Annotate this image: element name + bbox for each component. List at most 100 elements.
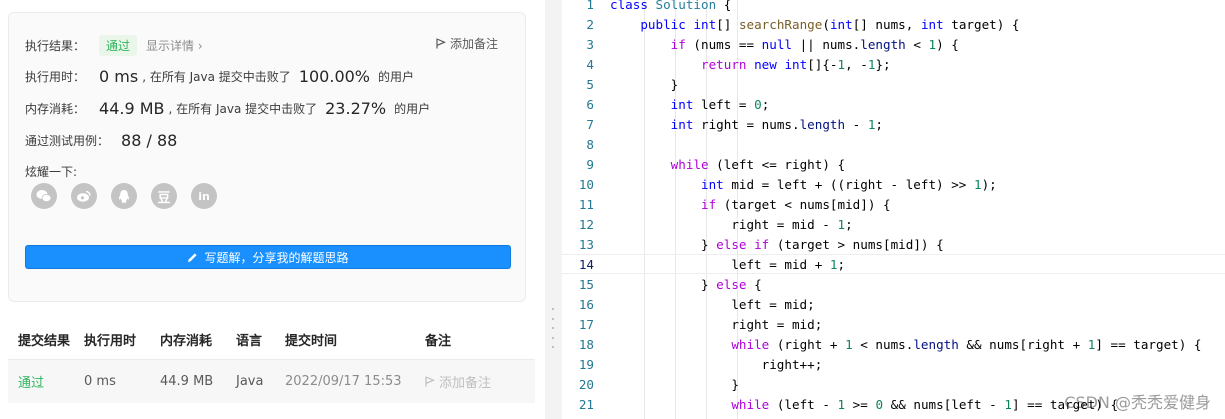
pane-splitter[interactable] [545, 0, 562, 419]
header-language: 语言 [236, 334, 263, 349]
code-line[interactable]: 20 } [562, 374, 1225, 394]
result-card: 执行结果： 通过 显示详情 › 添加备注 执行用时： 0 ms , 在所有 Ja… [8, 12, 526, 302]
code-line[interactable]: 2 public int[] searchRange(int[] nums, i… [562, 14, 1225, 34]
tests-value: 88 / 88 [121, 131, 178, 150]
line-number: 7 [586, 116, 594, 132]
table-header: 提交结果 执行用时 内存消耗 语言 提交时间 备注 [8, 320, 535, 360]
code-line[interactable]: 12 right = mid - 1; [562, 214, 1225, 234]
code-editor[interactable]: CSDN @秃秃爱健身 1 class Solution {2 public in… [562, 0, 1225, 419]
flag-icon [436, 38, 446, 49]
line-number: 9 [586, 156, 594, 172]
share-label-row: 炫耀一下: [25, 163, 77, 180]
code-text[interactable]: left = mid + 1; [610, 257, 845, 272]
code-text[interactable]: int left = 0; [610, 97, 770, 112]
add-note-label: 添加备注 [450, 37, 499, 51]
runtime-row: 执行用时： 0 ms , 在所有 Java 提交中击败了 100.00% 的用户 [25, 67, 414, 86]
runtime-percentile: 100.00% [298, 67, 370, 86]
row-memory: 44.9 MB [160, 374, 214, 389]
code-line[interactable]: 15 } else { [562, 274, 1225, 294]
header-result: 提交结果 [18, 334, 71, 349]
line-number: 11 [578, 196, 594, 212]
code-line[interactable]: 14 left = mid + 1; [562, 254, 1225, 274]
status-badge: 通过 [99, 35, 138, 56]
code-text[interactable]: while (left - 1 >= 0 && nums[left - 1] =… [610, 397, 1118, 412]
wechat-icon[interactable] [31, 183, 57, 209]
code-line[interactable]: 16 left = mid; [562, 294, 1225, 314]
row-runtime: 0 ms [84, 374, 116, 389]
row-add-note-label: 添加备注 [439, 376, 492, 391]
line-number: 16 [578, 296, 594, 312]
qq-icon[interactable] [111, 183, 137, 209]
code-line[interactable]: 4 return new int[]{-1, -1}; [562, 54, 1225, 74]
memory-value: 44.9 MB [99, 99, 165, 118]
linkedin-glyph: in [198, 189, 210, 203]
line-number: 1 [586, 0, 594, 12]
code-text[interactable]: class Solution { [610, 0, 731, 12]
code-line[interactable]: 5 } [562, 74, 1225, 94]
line-number: 19 [578, 356, 594, 372]
line-number: 6 [586, 96, 594, 112]
code-text[interactable]: } else if (target > nums[mid]) { [610, 237, 944, 252]
linkedin-icon[interactable]: in [191, 183, 217, 209]
row-time: 2022/09/17 15:53 [285, 374, 402, 389]
code-text[interactable]: while (right + 1 < nums.length && nums[r… [610, 337, 1201, 352]
code-text[interactable]: } else { [610, 277, 762, 292]
code-line[interactable]: 21 while (left - 1 >= 0 && nums[left - 1… [562, 394, 1225, 414]
line-number: 5 [586, 76, 594, 92]
header-time: 提交时间 [285, 334, 338, 349]
code-text[interactable]: int mid = left + ((right - left) >> 1); [610, 177, 997, 192]
line-number: 17 [578, 316, 594, 332]
share-icons: 豆 in [31, 183, 217, 209]
line-number: 20 [578, 376, 594, 392]
line-number: 10 [578, 176, 594, 192]
line-number: 3 [586, 36, 594, 52]
line-number: 2 [586, 16, 594, 32]
code-line[interactable]: 8 [562, 134, 1225, 154]
pencil-icon [188, 252, 198, 262]
line-number: 8 [586, 136, 594, 152]
code-line[interactable]: 6 int left = 0; [562, 94, 1225, 114]
row-language: Java [236, 374, 264, 389]
code-text[interactable]: return new int[]{-1, -1}; [610, 57, 891, 72]
code-line[interactable]: 10 int mid = left + ((right - left) >> 1… [562, 174, 1225, 194]
show-details-link[interactable]: 显示详情 › [146, 37, 203, 54]
share-label: 炫耀一下: [25, 165, 78, 179]
add-note-button[interactable]: 添加备注 [436, 35, 498, 52]
result-panel: 执行结果： 通过 显示详情 › 添加备注 执行用时： 0 ms , 在所有 Ja… [0, 0, 545, 419]
result-row: 执行结果： 通过 显示详情 › [25, 35, 203, 56]
code-line[interactable]: 11 if (target < nums[mid]) { [562, 194, 1225, 214]
code-text[interactable]: if (target < nums[mid]) { [610, 197, 891, 212]
code-text[interactable]: left = mid; [610, 297, 814, 312]
tests-label: 通过测试用例： [25, 134, 110, 148]
memory-users-text: 的用户 [394, 102, 431, 116]
code-line[interactable]: 9 while (left <= right) { [562, 154, 1225, 174]
code-line[interactable]: 19 right++; [562, 354, 1225, 374]
write-solution-button[interactable]: 写题解，分享我的解题思路 [25, 245, 511, 269]
code-line[interactable]: 18 while (right + 1 < nums.length && num… [562, 334, 1225, 354]
code-text[interactable]: while (left <= right) { [610, 157, 845, 172]
code-text[interactable]: } [610, 377, 739, 392]
code-text[interactable]: if (nums == null || nums.length < 1) { [610, 37, 959, 52]
code-line[interactable]: 7 int right = nums.length - 1; [562, 114, 1225, 134]
douban-icon[interactable]: 豆 [151, 183, 177, 209]
code-text[interactable]: right++; [610, 357, 823, 372]
code-line[interactable]: 13 } else if (target > nums[mid]) { [562, 234, 1225, 254]
code-text[interactable]: right = mid - 1; [610, 217, 852, 232]
runtime-beat-text: , 在所有 Java 提交中击败了 [142, 70, 291, 84]
code-text[interactable]: int right = nums.length - 1; [610, 117, 883, 132]
code-line[interactable]: 1 class Solution { [562, 0, 1225, 14]
weibo-icon[interactable] [71, 183, 97, 209]
table-row[interactable]: 通过 0 ms 44.9 MB Java 2022/09/17 15:53 添加… [8, 360, 535, 403]
row-result[interactable]: 通过 [8, 372, 84, 391]
code-text[interactable]: right = mid; [610, 317, 822, 332]
code-text[interactable]: public int[] searchRange(int[] nums, int… [610, 17, 1019, 32]
code-text[interactable]: } [610, 77, 679, 92]
code-line[interactable]: 3 if (nums == null || nums.length < 1) { [562, 34, 1225, 54]
row-add-note-button[interactable]: 添加备注 [425, 372, 535, 391]
code-line[interactable]: 17 right = mid; [562, 314, 1225, 334]
splitter-grip-icon[interactable] [551, 308, 555, 348]
line-number: 15 [578, 276, 594, 292]
memory-row: 内存消耗： 44.9 MB , 在所有 Java 提交中击败了 23.27% 的… [25, 99, 430, 118]
tests-row: 通过测试用例： 88 / 88 [25, 131, 177, 150]
submissions-table: 提交结果 执行用时 内存消耗 语言 提交时间 备注 通过 0 ms 44.9 M… [8, 320, 535, 403]
